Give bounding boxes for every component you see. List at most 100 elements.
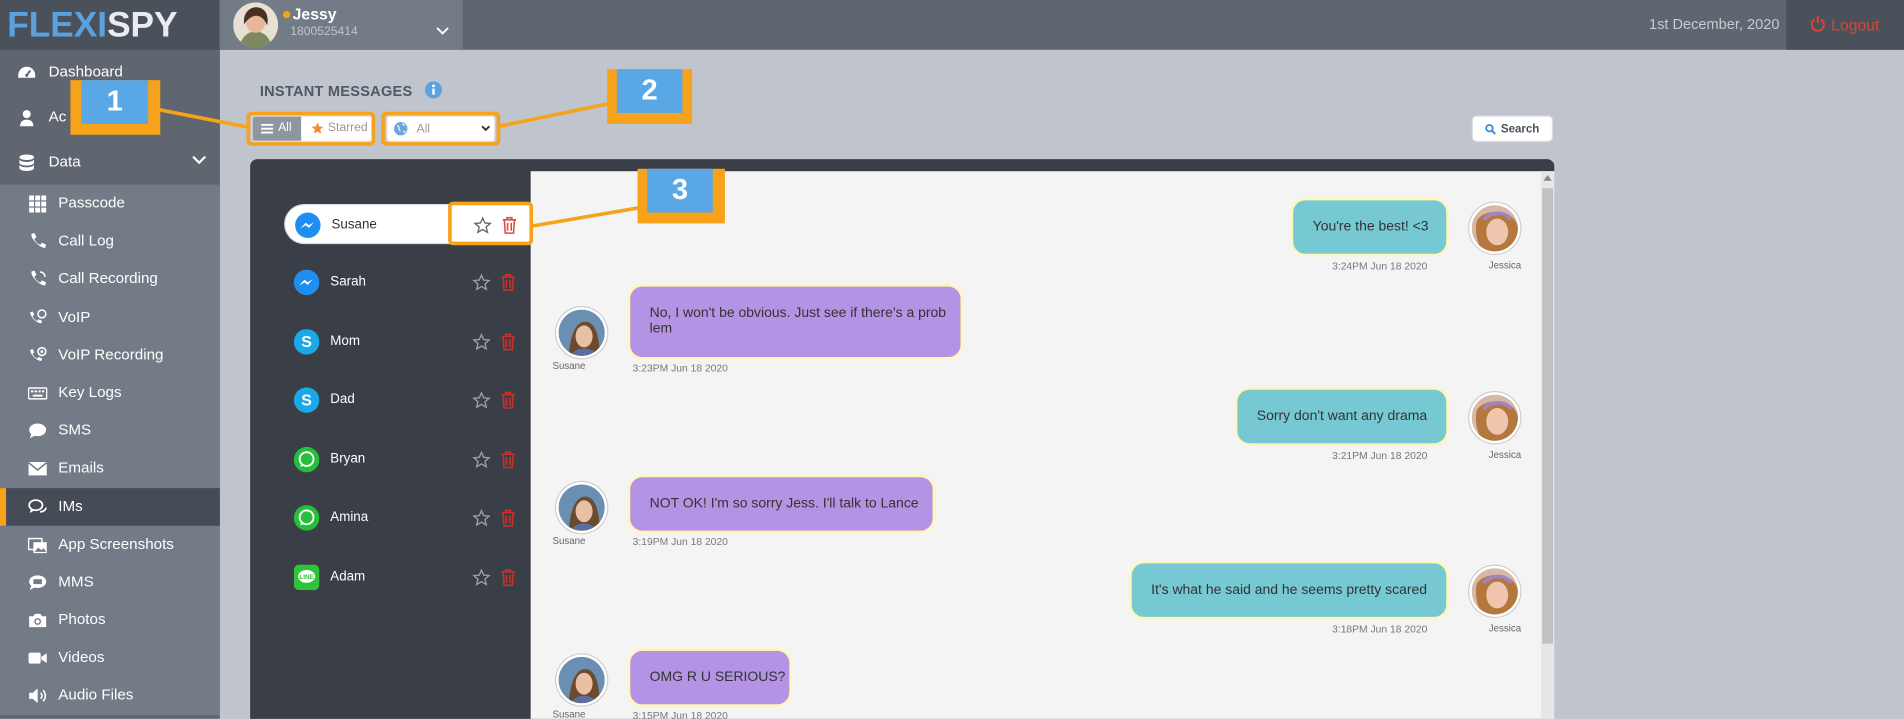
nav-item-emails[interactable]: Emails	[0, 450, 220, 488]
nav-item-call-log[interactable]: Call Log	[0, 222, 220, 260]
contact-name: Dad	[330, 392, 355, 407]
callout-badge: 3	[637, 168, 725, 224]
nav-item-key-logs[interactable]: Key Logs	[0, 374, 220, 412]
nav-label: Photos	[58, 610, 106, 628]
contact-item[interactable]: Sarah	[284, 262, 532, 302]
message-timestamp: 3:15PM Jun 18 2020	[632, 709, 728, 719]
online-status-dot	[282, 10, 291, 19]
skype-icon: S	[293, 387, 320, 413]
star-outline-icon[interactable]	[472, 509, 491, 527]
message-bubble-incoming: OMG R U SERIOUS?	[627, 648, 792, 707]
nav-item-data[interactable]: Data	[0, 139, 220, 185]
callout-badge: 1	[70, 80, 161, 135]
contact-item[interactable]: Bryan	[284, 440, 532, 480]
contact-name: Amina	[330, 510, 369, 525]
logo-part1: FLEXI	[7, 6, 108, 45]
nav-item-call-recording[interactable]: Call Recording	[0, 260, 220, 298]
search-label: Search	[1500, 122, 1540, 137]
screenshot-icon	[27, 537, 47, 553]
logo[interactable]: FLEXISPY	[0, 0, 220, 50]
contact-item[interactable]: S Dad	[284, 380, 532, 420]
line-icon: LINE	[293, 564, 320, 591]
nav-item-ims[interactable]: IMs	[0, 487, 220, 526]
info-icon[interactable]	[425, 81, 443, 99]
scrollbar-thumb[interactable]	[1542, 188, 1554, 644]
avatar	[556, 482, 608, 534]
nav-item-voip[interactable]: VoIP	[0, 298, 220, 336]
conversation-view: You're the best! <3 3:24PM Jun 18 2020 J…	[530, 171, 1555, 719]
message-timestamp: 3:23PM Jun 18 2020	[632, 361, 728, 375]
svg-text:S: S	[301, 392, 312, 409]
star-outline-icon[interactable]	[472, 391, 491, 409]
nav-item-videos[interactable]: Videos	[0, 639, 220, 677]
trash-icon[interactable]	[500, 509, 516, 527]
star-outline-icon[interactable]	[472, 568, 491, 586]
nav-item-passcode[interactable]: Passcode	[0, 185, 220, 223]
trash-icon[interactable]	[500, 333, 516, 351]
contact-name: Bryan	[330, 451, 366, 467]
chat-scrollbar[interactable]	[1540, 171, 1555, 719]
contact-list: Susane Sarah S Mom S Dad Bryan Amina LIN…	[250, 171, 532, 719]
star-outline-icon[interactable]	[472, 450, 491, 469]
contact-item[interactable]: LINE Adam	[284, 557, 532, 597]
contact-item[interactable]: Amina	[284, 498, 532, 538]
nav-menu: Dashboard Ac Data Passcode Call Log Call…	[0, 49, 220, 715]
callout-number: 1	[81, 80, 149, 124]
callout-connector	[498, 100, 618, 129]
skype-icon: S	[293, 329, 320, 355]
comments-icon	[28, 498, 47, 513]
trash-icon[interactable]	[500, 568, 516, 587]
im-panel: Susane Sarah S Mom S Dad Bryan Amina LIN…	[250, 159, 1555, 719]
sender-name: Susane	[552, 709, 586, 719]
contact-item[interactable]: S Mom	[284, 322, 532, 362]
database-icon	[19, 154, 35, 171]
trash-icon[interactable]	[500, 273, 516, 292]
account-icon	[20, 110, 34, 127]
video-icon	[28, 652, 47, 664]
nav-item-photos[interactable]: Photos	[0, 601, 220, 639]
logo-part2: SPY	[107, 6, 178, 45]
nav-label: Emails	[58, 459, 104, 477]
contact-name: Mom	[330, 333, 360, 349]
nav-item-mms[interactable]: MMS	[0, 563, 220, 601]
logout-button[interactable]: Logout	[1786, 0, 1904, 50]
callout-number: 3	[647, 168, 713, 213]
nav-label: Passcode	[58, 194, 125, 212]
dashboard-icon	[18, 66, 36, 78]
message-text: You're the best! <3	[1312, 219, 1429, 235]
highlight-box	[381, 111, 501, 146]
envelope-icon	[28, 462, 48, 476]
nav-label: Audio Files	[58, 686, 134, 704]
message-timestamp: 3:18PM Jun 18 2020	[1332, 622, 1428, 636]
avatar	[556, 307, 608, 359]
nav-label: Videos	[58, 648, 105, 666]
whatsapp-icon	[293, 505, 320, 531]
nav-item-voip-recording[interactable]: VoIP Recording	[0, 336, 220, 374]
phone-icon	[31, 233, 47, 249]
keyboard-icon	[27, 387, 48, 400]
phone-recording-icon	[31, 271, 47, 286]
trash-icon[interactable]	[500, 451, 516, 469]
user-number: 1800525414	[290, 25, 358, 39]
nav-item-app-screenshots[interactable]: App Screenshots	[0, 525, 220, 563]
nav-item-sms[interactable]: SMS	[0, 412, 220, 450]
messenger-icon	[293, 269, 320, 296]
message-bubble-outgoing: Sorry don't want any drama	[1234, 387, 1449, 446]
star-outline-icon[interactable]	[472, 273, 491, 291]
nav-label: MMS	[58, 572, 94, 590]
whatsapp-icon	[293, 446, 320, 473]
message-text: No, I won't be obvious. Just see if ther…	[649, 306, 947, 337]
search-button[interactable]: Search	[1471, 115, 1554, 143]
contact-name: Adam	[330, 569, 366, 585]
device-selector[interactable]: Jessy 1800525414	[219, 0, 463, 50]
callout-connector	[150, 106, 251, 130]
user-name: Jessy	[292, 4, 337, 24]
scroll-up-arrow-icon[interactable]	[1543, 174, 1552, 181]
message-bubble-outgoing: It's what he said and he seems pretty sc…	[1129, 561, 1449, 620]
message-text: It's what he said and he seems pretty sc…	[1151, 582, 1428, 598]
chevron-down-icon[interactable]	[436, 27, 449, 36]
star-outline-icon[interactable]	[472, 332, 491, 351]
trash-icon[interactable]	[500, 391, 516, 409]
nav-item-audio-files[interactable]: Audio Files	[0, 677, 220, 715]
nav-label: Call Recording	[58, 270, 158, 288]
